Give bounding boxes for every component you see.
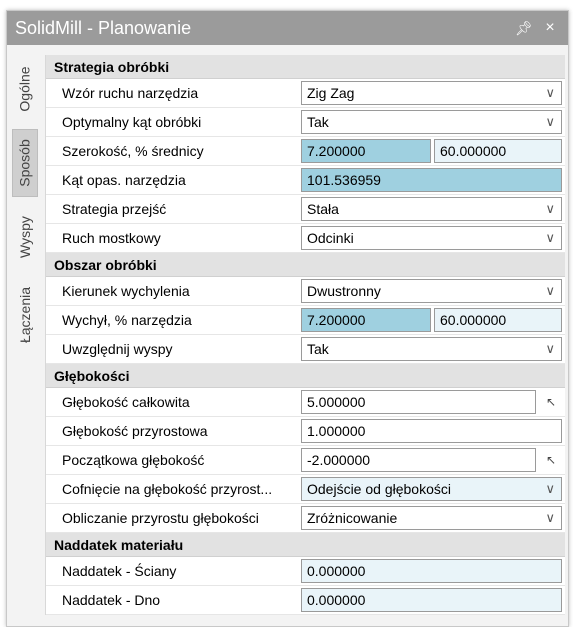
tab-laczenia[interactable]: Łączenia	[12, 277, 38, 353]
total-depth-input[interactable]: 5.000000	[301, 390, 536, 414]
property-row: Kąt opas. narzędzia 101.536959	[46, 166, 565, 195]
property-row: Obliczanie przyrostu głębokości Zróżnico…	[46, 504, 565, 533]
title-bar[interactable]: SolidMill - Planowanie 📌︎ ×	[7, 11, 568, 45]
category-obszar[interactable]: Obszar obróbki	[46, 253, 565, 277]
property-row: Kierunek wychylenia Dwustronny ∨	[46, 277, 565, 306]
property-row: Optymalny kąt obróbki Tak ∨	[46, 108, 565, 137]
property-row: Początkowa głębokość -2.000000 ↖	[46, 446, 565, 475]
property-label: Kierunek wychylenia	[62, 283, 190, 299]
floor-allowance-input[interactable]: 0.000000	[301, 588, 562, 612]
property-row: Strategia przejść Stała ∨	[46, 195, 565, 224]
property-row: Cofnięcie na głębokość przyrost... Odejś…	[46, 475, 565, 504]
property-label: Kąt opas. narzędzia	[62, 172, 186, 188]
property-row: Uwzględnij wyspy Tak ∨	[46, 335, 565, 364]
pick-cursor-icon[interactable]: ↖	[540, 395, 562, 409]
category-glebokosci[interactable]: Głębokości	[46, 364, 565, 388]
panel-title: SolidMill - Planowanie	[15, 17, 192, 38]
wall-allowance-input[interactable]: 0.000000	[301, 559, 562, 583]
step-depth-input[interactable]: 1.000000	[301, 419, 562, 443]
property-label: Ruch mostkowy	[62, 230, 161, 246]
property-label: Głębokość całkowita	[62, 394, 190, 410]
property-label: Obliczanie przyrostu głębokości	[62, 510, 259, 526]
chevron-down-icon: ∨	[545, 201, 555, 216]
chevron-down-icon: ∨	[545, 481, 555, 496]
width-value-input[interactable]: 7.200000	[301, 139, 431, 163]
property-row: Głębokość przyrostowa 1.000000	[46, 417, 565, 446]
pass-strategy-select[interactable]: Stała ∨	[301, 197, 562, 221]
property-label: Naddatek - Dno	[62, 592, 161, 608]
bridge-motion-select[interactable]: Odcinki ∨	[301, 226, 562, 250]
start-depth-input[interactable]: -2.000000	[301, 448, 536, 472]
property-label: Początkowa głębokość	[62, 452, 205, 468]
property-row: Naddatek - Ściany 0.000000	[46, 557, 565, 586]
vertical-tab-strip: Ogólne Sposób Wyspy Łączenia	[7, 45, 41, 626]
property-row: Wychył, % narzędzia 7.200000 60.000000	[46, 306, 565, 335]
tool-motion-pattern-select[interactable]: Zig Zag ∨	[301, 81, 562, 105]
tab-sposob[interactable]: Sposób	[12, 129, 38, 197]
depth-step-calc-select[interactable]: Zróżnicowanie ∨	[301, 506, 562, 530]
chevron-down-icon: ∨	[545, 230, 555, 245]
retract-select[interactable]: Odejście od głębokości ∨	[301, 477, 562, 501]
property-row: Głębokość całkowita 5.000000 ↖	[46, 388, 565, 417]
property-label: Strategia przejść	[62, 201, 167, 217]
chevron-down-icon: ∨	[545, 510, 555, 525]
property-label: Uwzględnij wyspy	[62, 341, 173, 357]
property-label: Szerokość, % średnicy	[62, 143, 204, 159]
property-label: Wychył, % narzędzia	[62, 312, 192, 328]
tilt-value-input[interactable]: 7.200000	[301, 308, 431, 332]
include-islands-select[interactable]: Tak ∨	[301, 337, 562, 361]
property-label: Naddatek - Ściany	[62, 563, 177, 579]
optimal-angle-select[interactable]: Tak ∨	[301, 110, 562, 134]
property-grid: Strategia obróbki Wzór ruchu narzędzia Z…	[45, 55, 565, 615]
tab-ogolne[interactable]: Ogólne	[12, 59, 38, 119]
tab-wyspy[interactable]: Wyspy	[12, 205, 38, 269]
property-label: Wzór ruchu narzędzia	[62, 85, 199, 101]
pick-cursor-icon[interactable]: ↖	[540, 453, 562, 467]
category-naddatek[interactable]: Naddatek materiału	[46, 533, 565, 557]
pin-icon[interactable]: 📌︎	[514, 20, 534, 37]
tilt-percent-input[interactable]: 60.000000	[434, 308, 562, 332]
chevron-down-icon: ∨	[545, 283, 555, 298]
width-percent-input[interactable]: 60.000000	[434, 139, 562, 163]
chevron-down-icon: ∨	[545, 85, 555, 100]
category-strategia[interactable]: Strategia obróbki	[46, 55, 565, 79]
property-row: Wzór ruchu narzędzia Zig Zag ∨	[46, 79, 565, 108]
solidmill-planning-panel: SolidMill - Planowanie 📌︎ × Ogólne Sposó…	[6, 10, 569, 627]
chevron-down-icon: ∨	[545, 341, 555, 356]
tool-wrap-angle-value[interactable]: 101.536959	[301, 168, 562, 192]
property-row: Naddatek - Dno 0.000000	[46, 586, 565, 615]
property-label: Optymalny kąt obróbki	[62, 114, 202, 130]
close-icon[interactable]: ×	[540, 19, 560, 37]
property-row: Szerokość, % średnicy 7.200000 60.000000	[46, 137, 565, 166]
tilt-direction-select[interactable]: Dwustronny ∨	[301, 279, 562, 303]
property-label: Głębokość przyrostowa	[62, 423, 208, 439]
property-label: Cofnięcie na głębokość przyrost...	[62, 481, 273, 497]
property-row: Ruch mostkowy Odcinki ∨	[46, 224, 565, 253]
chevron-down-icon: ∨	[545, 114, 555, 129]
